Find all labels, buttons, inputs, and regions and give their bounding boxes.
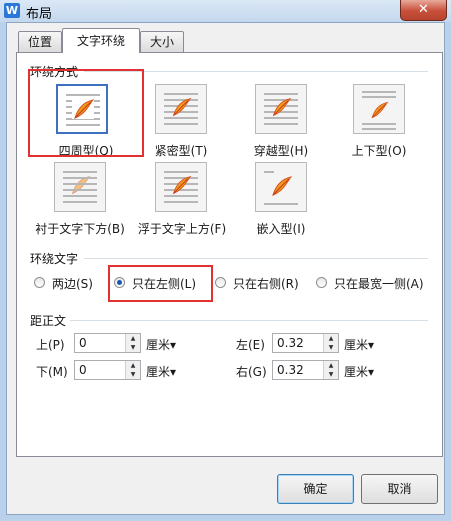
wrap-option-through[interactable]: 穿越型(H)	[240, 82, 322, 160]
right-distance-label: 右(G)	[236, 365, 267, 379]
right-distance-value: 0.32	[277, 363, 304, 377]
wrap-option-label: 嵌入型(I)	[256, 222, 306, 236]
wrap-option-label: 紧密型(T)	[154, 144, 208, 158]
tab-size[interactable]: 大小	[140, 31, 184, 52]
wrap-option-label: 上下型(O)	[351, 144, 407, 158]
wrap-option-behind-text[interactable]: 衬于文字下方(B)	[30, 160, 130, 238]
separator	[70, 320, 428, 321]
right-distance-spinner[interactable]: 0.32 ▲ ▼	[272, 360, 339, 380]
tab-position[interactable]: 位置	[18, 31, 62, 52]
left-distance-label: 左(E)	[236, 338, 265, 352]
radio-largest-side[interactable]: 只在最宽一侧(A)	[316, 275, 426, 291]
wrap-option-in-front-of-text[interactable]: 浮于文字上方(F)	[132, 160, 232, 238]
top-bottom-wrap-icon	[353, 84, 405, 134]
title-bar: W 布局 ✕	[0, 0, 451, 22]
spin-down-icon[interactable]: ▼	[126, 370, 140, 379]
top-distance-value: 0	[79, 336, 87, 350]
top-distance-unit-dropdown[interactable]: 厘米▾	[146, 336, 176, 353]
spin-down-icon[interactable]: ▼	[324, 343, 338, 352]
bottom-distance-label: 下(M)	[36, 365, 68, 379]
separator	[84, 258, 428, 259]
radio-button[interactable]	[215, 277, 226, 288]
wrap-option-label: 穿越型(H)	[253, 144, 309, 158]
distance-label: 距正文	[30, 314, 67, 328]
left-distance-spinner[interactable]: 0.32 ▲ ▼	[272, 333, 339, 353]
radio-right-only[interactable]: 只在右侧(R)	[215, 275, 307, 291]
radio-label: 两边(S)	[52, 277, 93, 291]
through-wrap-icon	[255, 84, 307, 134]
cancel-button[interactable]: 取消	[361, 474, 438, 504]
window-title: 布局	[26, 7, 53, 22]
tight-wrap-icon	[155, 84, 207, 134]
left-distance-value: 0.32	[277, 336, 304, 350]
spin-down-icon[interactable]: ▼	[324, 370, 338, 379]
inline-wrap-icon	[255, 162, 307, 212]
wrap-option-inline[interactable]: 嵌入型(I)	[240, 160, 322, 238]
tab-text-wrapping[interactable]: 文字环绕	[62, 28, 140, 53]
wrap-option-top-bottom[interactable]: 上下型(O)	[338, 82, 420, 160]
radio-button[interactable]	[34, 277, 45, 288]
bottom-distance-value: 0	[79, 363, 87, 377]
close-button[interactable]: ✕	[400, 0, 447, 21]
bottom-distance-spinner[interactable]: 0 ▲ ▼	[74, 360, 141, 380]
wrap-option-tight[interactable]: 紧密型(T)	[140, 82, 222, 160]
highlight-box	[108, 265, 213, 302]
wrap-option-label: 浮于文字上方(F)	[137, 222, 227, 236]
top-distance-label: 上(P)	[36, 338, 65, 352]
top-distance-spinner[interactable]: 0 ▲ ▼	[74, 333, 141, 353]
wrap-text-label: 环绕文字	[30, 252, 79, 266]
radio-both-sides[interactable]: 两边(S)	[34, 275, 114, 291]
bottom-distance-unit-dropdown[interactable]: 厘米▾	[146, 363, 176, 380]
in-front-of-text-icon	[155, 162, 207, 212]
wps-app-icon: W	[4, 3, 20, 18]
radio-button[interactable]	[316, 277, 327, 288]
behind-text-icon	[54, 162, 106, 212]
radio-label: 只在最宽一侧(A)	[334, 277, 424, 291]
wrap-option-label: 衬于文字下方(B)	[35, 222, 125, 236]
radio-label: 只在右侧(R)	[233, 277, 299, 291]
right-distance-unit-dropdown[interactable]: 厘米▾	[344, 363, 374, 380]
highlight-box	[28, 69, 144, 157]
ok-button[interactable]: 确定	[277, 474, 354, 504]
left-distance-unit-dropdown[interactable]: 厘米▾	[344, 336, 374, 353]
spin-down-icon[interactable]: ▼	[126, 343, 140, 352]
